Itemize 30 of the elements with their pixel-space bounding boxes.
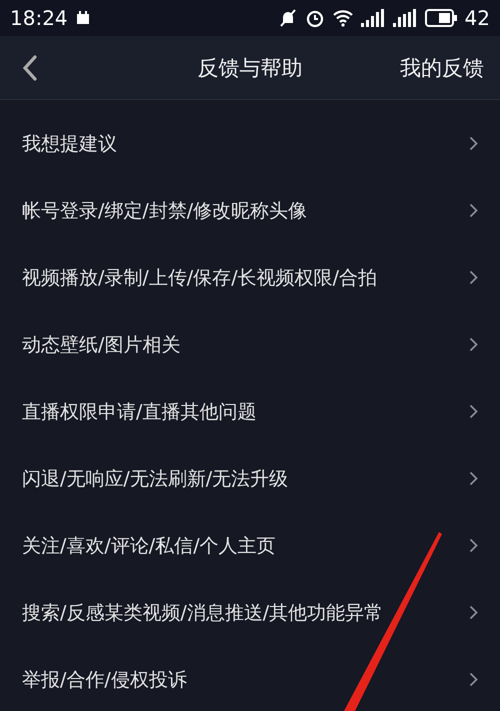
- alarm-icon: [304, 8, 325, 28]
- chevron-right-icon: [469, 203, 478, 218]
- help-topic-item[interactable]: 搜索/反感某类视频/消息推送/其他功能异常: [0, 579, 500, 646]
- help-topic-item[interactable]: 直播权限申请/直播其他问题: [0, 378, 500, 445]
- help-topic-item[interactable]: 动态壁纸/图片相关: [0, 311, 500, 378]
- signal-icon: [392, 9, 417, 27]
- help-topic-item[interactable]: 闪退/无响应/无法刷新/无法升级: [0, 445, 500, 512]
- notification-icon: [76, 11, 90, 25]
- chevron-right-icon: [469, 337, 478, 352]
- battery-icon: [424, 9, 457, 27]
- chevron-right-icon: [469, 270, 478, 285]
- battery-level: 42: [464, 6, 490, 30]
- help-topic-item[interactable]: 关注/喜欢/评论/私信/个人主页: [0, 512, 500, 579]
- help-topic-item[interactable]: 视频播放/录制/上传/保存/长视频权限/合拍: [0, 244, 500, 311]
- back-icon[interactable]: [22, 54, 38, 80]
- chevron-right-icon: [469, 538, 478, 553]
- chevron-right-icon: [469, 605, 478, 620]
- mute-bell-icon: [278, 8, 297, 28]
- help-topic-item[interactable]: 帐号登录/绑定/封禁/修改昵称头像: [0, 177, 500, 244]
- chevron-right-icon: [469, 471, 478, 486]
- chevron-right-icon: [469, 136, 478, 151]
- chevron-right-icon: [469, 672, 478, 687]
- wifi-icon: [332, 9, 353, 27]
- help-topic-item[interactable]: 我想提建议: [0, 110, 500, 177]
- chevron-right-icon: [469, 404, 478, 419]
- my-feedback-link[interactable]: 我的反馈: [392, 54, 500, 82]
- clock-time: 18:24: [10, 6, 68, 30]
- signal-icon: [360, 9, 385, 27]
- help-topic-item[interactable]: 举报/合作/侵权投诉: [0, 646, 500, 711]
- page-title: 反馈与帮助: [198, 56, 302, 80]
